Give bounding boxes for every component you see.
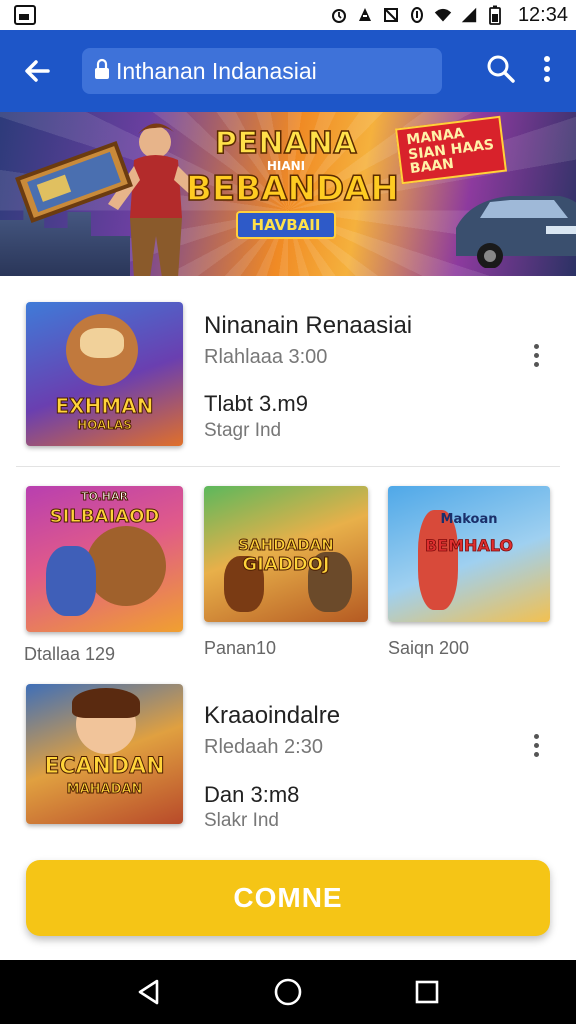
section-divider xyxy=(16,466,560,467)
grid-item-1-thumbnail[interactable]: TO.HAR SILBAIAOD xyxy=(26,486,183,632)
featured-2-subtitle: Rledaah 2:30 xyxy=(204,736,323,758)
battery-icon xyxy=(486,5,504,25)
featured-1-title[interactable]: Ninanain Renaasiai xyxy=(204,312,412,340)
address-text: Inthanan Indanasiai xyxy=(116,57,317,84)
featured-2-thumbnail[interactable]: ECANDAN MAHADAN xyxy=(26,684,183,824)
address-bar[interactable]: Inthanan Indanasiai xyxy=(82,48,442,94)
featured-1-more-icon[interactable] xyxy=(524,340,548,370)
no-notifications-icon xyxy=(382,6,400,24)
status-bar: 12:34 xyxy=(0,0,576,30)
featured-1-thumb-text-1: EXHMAN xyxy=(55,394,154,419)
banner-car-art xyxy=(456,196,576,268)
home-circle-icon[interactable] xyxy=(268,972,308,1012)
data-saver-icon xyxy=(356,6,374,24)
promo-banner[interactable]: PENANA HIANI BEBANDAH HAVBAII MANAA SIAN… xyxy=(0,112,576,276)
system-nav-bar xyxy=(0,960,576,1024)
wifi-icon xyxy=(434,6,452,24)
grid-item-3-thumb-text-2: BEMHALO xyxy=(424,536,514,556)
status-time: 12:34 xyxy=(517,3,568,26)
banner-title-line4: HAVBAII xyxy=(235,211,337,239)
cta-button[interactable]: COMNE xyxy=(26,860,550,936)
search-icon[interactable] xyxy=(486,54,516,89)
featured-2-size: Dan 3:m8 xyxy=(204,782,300,807)
thumb-character-art xyxy=(86,526,166,606)
lock-icon xyxy=(94,58,110,85)
featured-2-title[interactable]: Kraaoindalre xyxy=(204,702,340,730)
grid-item-1-thumb-text-1: TO.HAR xyxy=(81,490,129,504)
screen: 12:34 Inthanan Indanasiai PENANA HIANI B… xyxy=(0,0,576,1024)
grid-item-2-thumb-text-2: GIADDOJ xyxy=(242,554,330,576)
featured-2-tag: Slakr Ind xyxy=(204,810,279,831)
grid-item-2-thumb-text-1: SAHDADAN xyxy=(238,536,335,555)
featured-1-thumbnail[interactable]: EXHMAN HOALAS xyxy=(26,302,183,446)
thumb-hair-art xyxy=(72,688,140,718)
featured-1-size: Tlabt 3.m9 xyxy=(204,391,308,416)
grid-item-2-thumbnail[interactable]: SAHDADAN GIADDOJ xyxy=(204,486,368,622)
back-arrow-icon[interactable] xyxy=(18,52,56,90)
featured-1-tag: Stagr Ind xyxy=(204,420,282,441)
grid-item-1-thumb-text-2: SILBAIAOD xyxy=(49,506,160,528)
grid-item-3-thumbnail[interactable]: Makoan BEMHALO xyxy=(388,486,550,622)
cta-label: COMNE xyxy=(233,882,343,913)
recents-square-icon[interactable] xyxy=(407,972,447,1012)
image-icon xyxy=(14,5,36,25)
back-triangle-icon[interactable] xyxy=(129,972,169,1012)
featured-2-thumb-text-1: ECANDAN xyxy=(44,754,165,780)
thumb-face-art xyxy=(80,328,124,358)
more-vert-icon[interactable] xyxy=(542,54,552,89)
featured-1-subtitle: Rlahlaaa 3:00 xyxy=(204,346,328,368)
status-icons: 12:34 xyxy=(330,4,568,27)
info-icon xyxy=(408,6,426,24)
thumb-character-art xyxy=(46,546,96,616)
featured-2-thumb-text-2: MAHADAN xyxy=(66,782,143,798)
signal-icon xyxy=(460,6,478,24)
grid-item-3-thumb-text-1: Makoan xyxy=(440,512,498,527)
grid-item-2-caption: Panan10 xyxy=(204,638,277,658)
grid-item-1-caption: Dtallaa 129 xyxy=(24,644,116,664)
grid-item-3-caption: Saiqn 200 xyxy=(388,638,470,658)
app-actions xyxy=(486,54,558,89)
banner-title-line3: BEBANDAH xyxy=(185,168,399,210)
app-bar: Inthanan Indanasiai xyxy=(0,30,576,112)
alarm-icon xyxy=(330,6,348,24)
featured-2-more-icon[interactable] xyxy=(524,730,548,760)
banner-title: PENANA HIANI BEBANDAH HAVBAII xyxy=(185,125,400,239)
banner-title-line1: PENANA xyxy=(214,125,358,162)
featured-1-thumb-text-2: HOALAS xyxy=(77,418,133,433)
